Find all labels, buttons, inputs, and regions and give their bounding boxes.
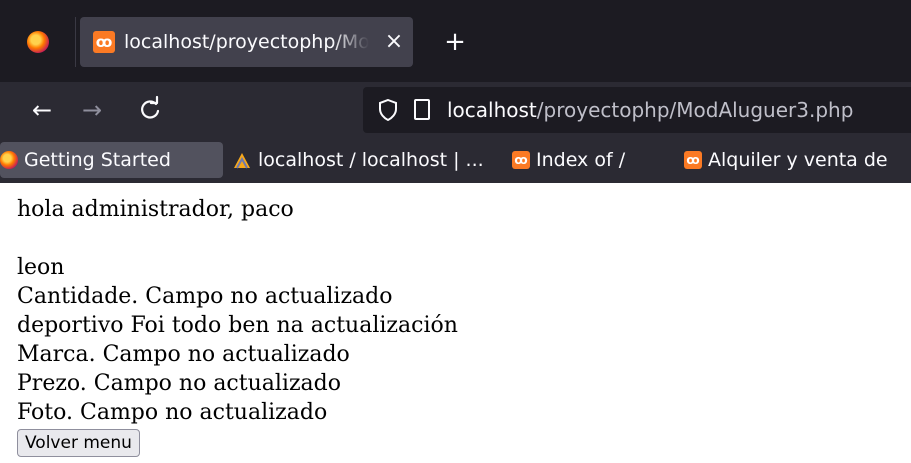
tab-bar: ꝏ localhost/proyectophp/ModAluguer3.php … (0, 0, 911, 82)
xampp-icon: ꝏ (93, 31, 115, 53)
tab-separator (75, 17, 76, 67)
url-host: localhost (447, 98, 537, 122)
result-line-tipo: deportivo Foi todo ben na actualización (17, 313, 458, 338)
bookmarks-toolbar: Getting Started localhost / localhost | … (0, 138, 911, 183)
result-line-foto: Foto. Campo no actualizado (17, 400, 328, 425)
xampp-icon: ꝏ (684, 151, 702, 169)
bookmark-label: Getting Started (24, 149, 171, 171)
browser-chrome: ꝏ localhost/proyectophp/ModAluguer3.php … (0, 0, 911, 183)
url-text: localhost/proyectophp/ModAluguer3.php (447, 97, 853, 123)
line-break (17, 224, 458, 253)
reload-icon (141, 95, 160, 119)
url-bar[interactable]: localhost/proyectophp/ModAluguer3.php (363, 87, 911, 133)
bookmark-label: Index of / (536, 149, 626, 171)
tab-title: localhost/proyectophp/ModAluguer3.php (124, 31, 369, 53)
url-path: /proyectophp/ModAluguer3.php (536, 98, 854, 122)
result-line-prezo: Prezo. Campo no actualizado (17, 371, 341, 396)
bookmark-label: Alquiler y venta de (708, 149, 888, 171)
bookmark-label: localhost / localhost | ... (258, 149, 484, 171)
greeting-text: hola administrador, paco (17, 197, 294, 222)
result-line-nombre: leon (17, 255, 65, 280)
forward-button[interactable]: → (76, 94, 108, 126)
firefox-icon (0, 151, 18, 169)
firefox-menu-icon[interactable] (27, 31, 49, 53)
bookmark-alquiler[interactable]: ꝏ Alquiler y venta de (684, 142, 888, 178)
page-info-icon[interactable] (414, 99, 430, 120)
phpmyadmin-icon (234, 153, 250, 169)
tracking-protection-shield-icon[interactable] (378, 99, 398, 121)
new-tab-button[interactable]: + (441, 28, 469, 56)
bookmark-phpmyadmin[interactable]: localhost / localhost | ... (232, 142, 484, 178)
tab-active[interactable]: ꝏ localhost/proyectophp/ModAluguer3.php … (80, 17, 413, 67)
xampp-icon: ꝏ (512, 151, 530, 169)
result-line-marca: Marca. Campo no actualizado (17, 342, 350, 367)
bookmark-getting-started[interactable]: Getting Started (0, 142, 223, 178)
navigation-toolbar: ← → localhost/proyectophp/ModAluguer3.ph… (0, 82, 911, 138)
close-tab-icon[interactable]: × (381, 29, 407, 55)
volver-menu-button[interactable]: Volver menu (17, 429, 140, 457)
back-button[interactable]: ← (26, 94, 58, 126)
bookmark-index-of[interactable]: ꝏ Index of / (512, 142, 625, 178)
page-content: hola administrador, paco leon Cantidade.… (17, 195, 458, 457)
reload-button[interactable] (134, 94, 166, 126)
result-line-cantidade: Cantidade. Campo no actualizado (17, 284, 393, 309)
